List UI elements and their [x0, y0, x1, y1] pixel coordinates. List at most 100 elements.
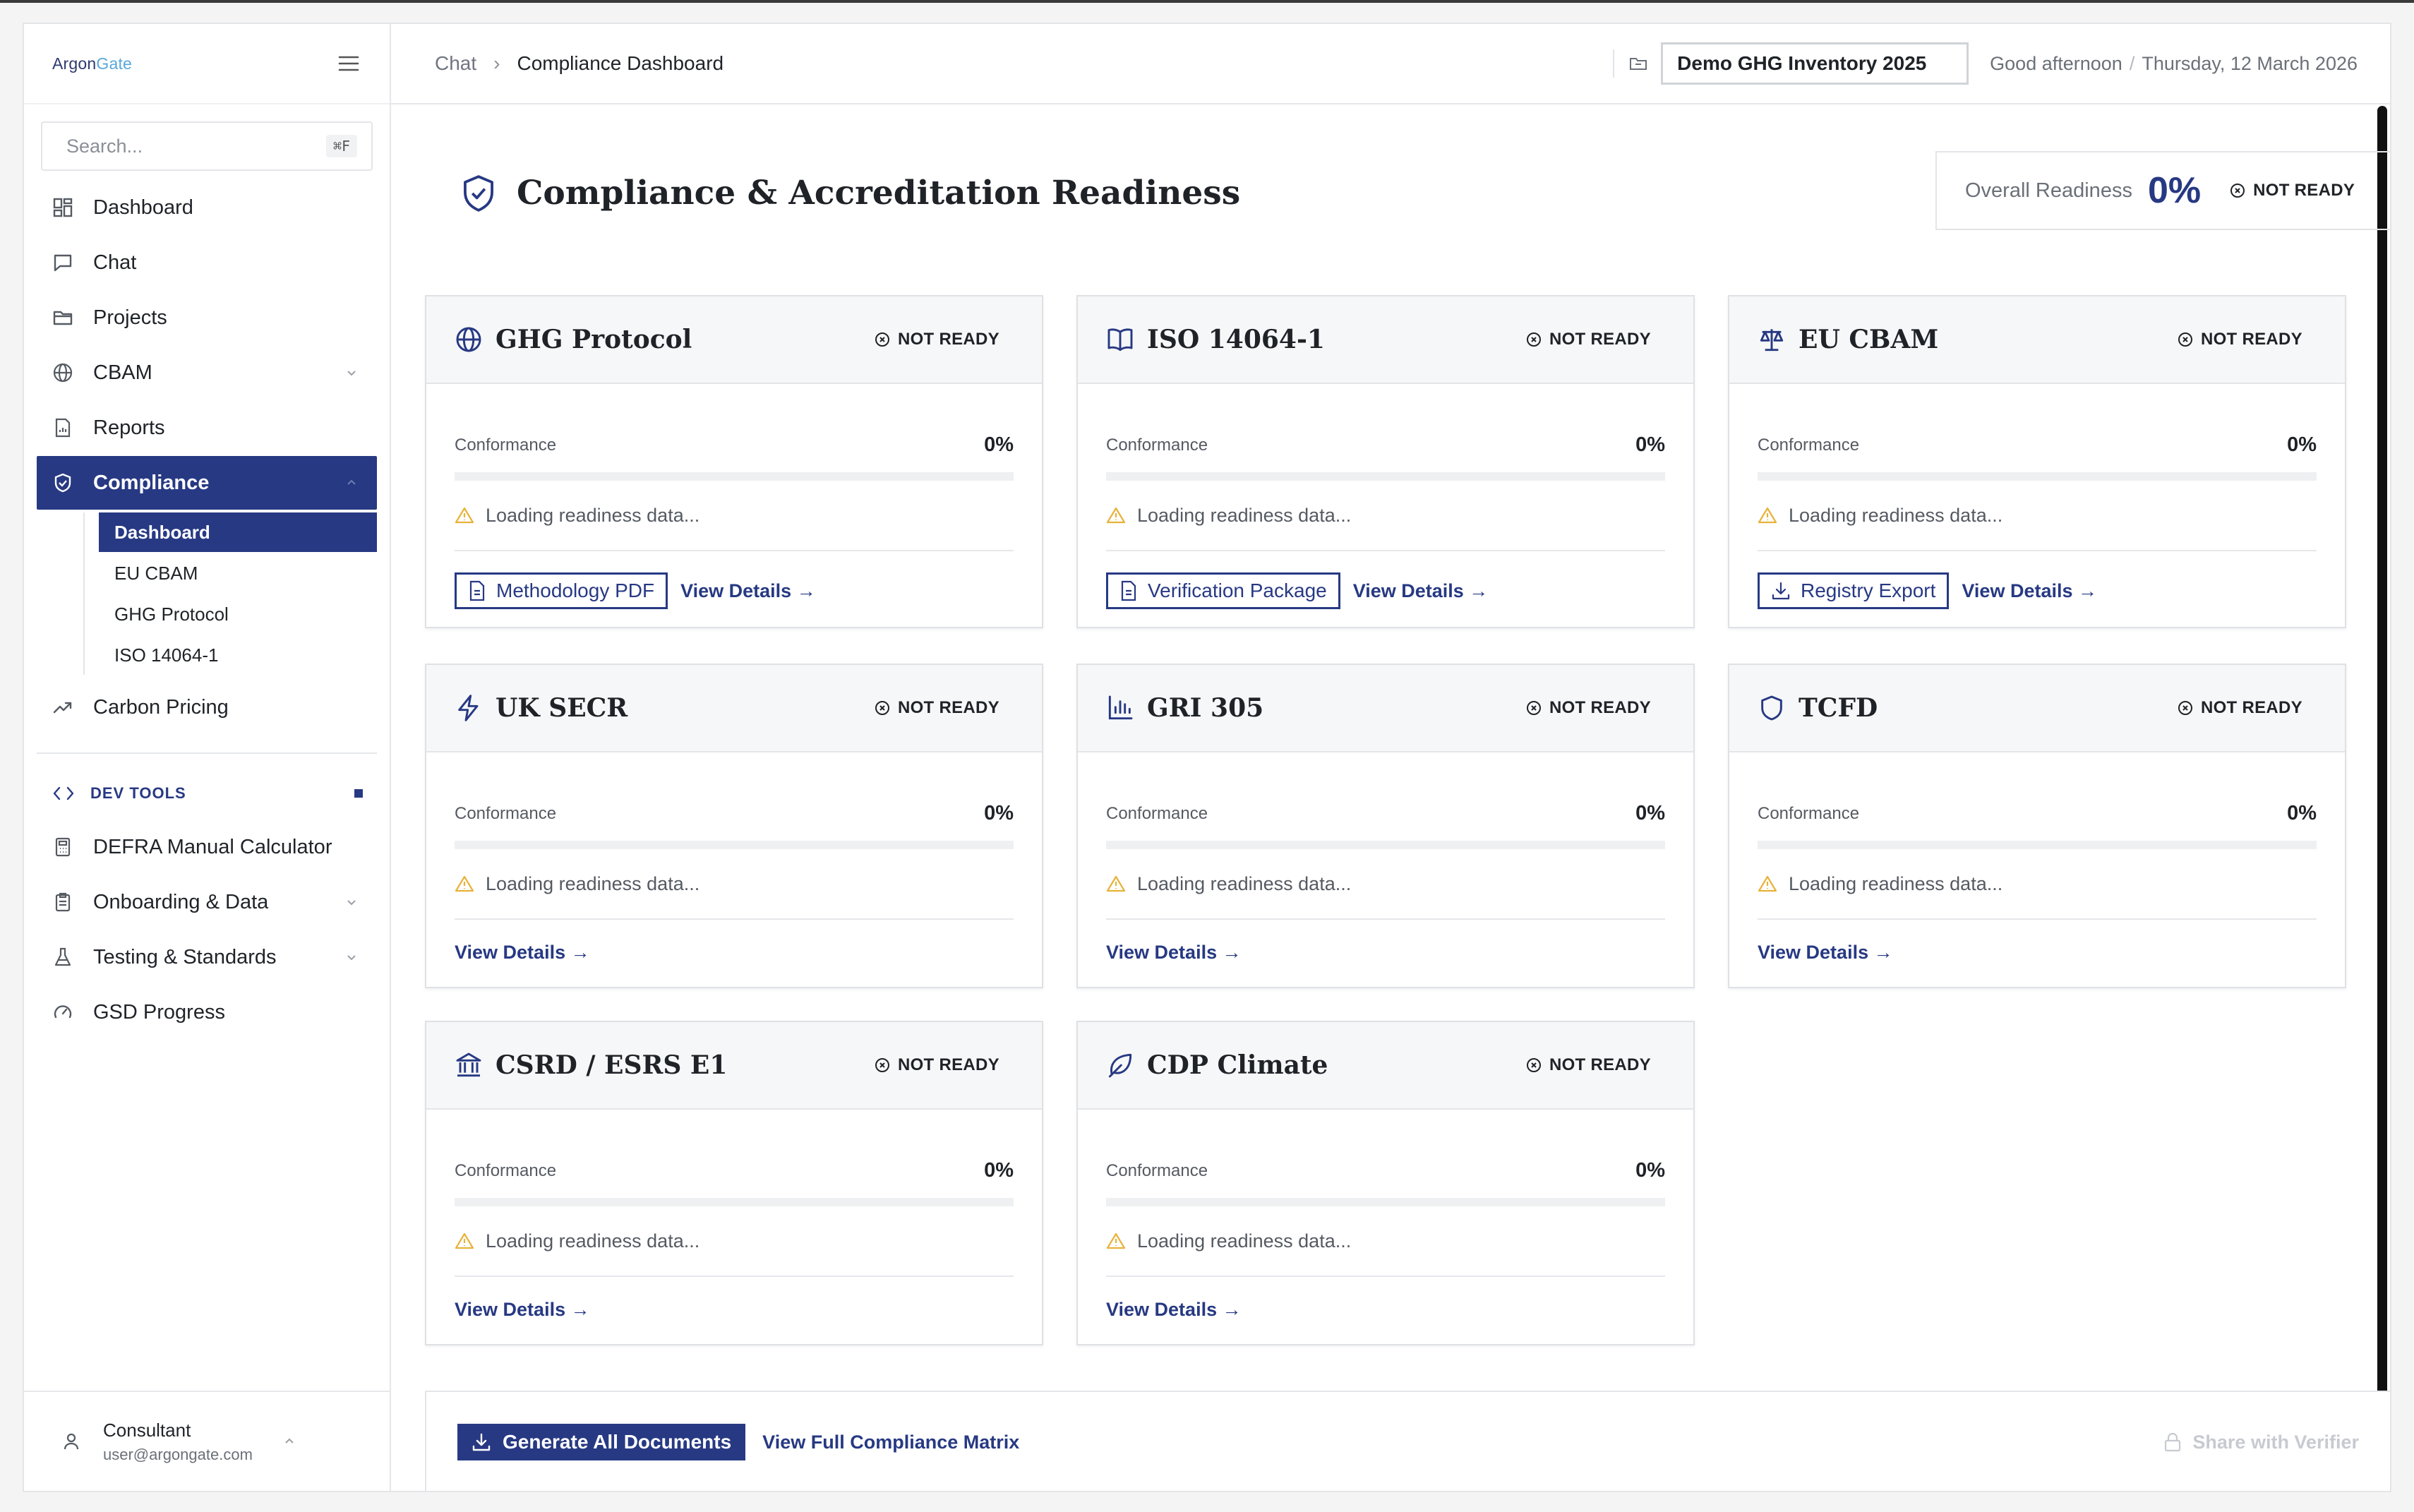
conformance-label: Conformance	[1106, 1160, 1208, 1180]
conformance-label: Conformance	[1758, 435, 1860, 455]
user-menu[interactable]: Consultant user@argongate.com	[24, 1391, 390, 1491]
verification-package-button[interactable]: Verification Package	[1106, 572, 1340, 609]
user-icon	[64, 1433, 79, 1450]
framework-card-tcfd: TCFD NOT READY Conformance 0% Loading re…	[1728, 664, 2346, 988]
loading-notice: Loading readiness data...	[1106, 849, 1665, 920]
logo-text-secondary: Gate	[96, 54, 133, 73]
sidebar-toggle-button[interactable]	[335, 49, 363, 78]
conformance-label: Conformance	[1758, 803, 1860, 823]
x-circle-icon	[1526, 1058, 1541, 1072]
registry-export-button[interactable]: Registry Export	[1758, 572, 1950, 609]
sidebar-item-gsd-progress[interactable]: GSD Progress	[37, 985, 377, 1039]
document-icon	[1121, 580, 1136, 601]
vertical-scrollbar[interactable]	[2377, 106, 2387, 1471]
conformance-value: 0%	[1635, 802, 1665, 824]
sidebar-item-projects[interactable]: Projects	[37, 291, 377, 344]
generate-all-documents-button[interactable]: Generate All Documents	[457, 1424, 746, 1460]
sidebar-item-label: Chat	[93, 251, 137, 274]
sidebar-item-onboarding[interactable]: Onboarding & Data	[37, 875, 377, 929]
card-header: TCFD NOT READY	[1729, 665, 2345, 752]
report-icon	[55, 418, 71, 438]
page-content: Compliance & Accreditation Readiness Ove…	[391, 106, 2390, 1491]
sidebar-item-reports[interactable]: Reports	[37, 401, 377, 455]
card-header: EU CBAM NOT READY	[1729, 296, 2345, 384]
view-details-link[interactable]: View Details →	[1106, 1299, 1242, 1321]
sidebar-item-label: Carbon Pricing	[93, 695, 229, 719]
card-header: UK SECR NOT READY	[426, 665, 1042, 752]
methodology-pdf-button[interactable]: Methodology PDF	[455, 572, 668, 609]
view-details-link[interactable]: View Details →	[455, 942, 590, 964]
sidebar-item-cbam[interactable]: CBAM	[37, 346, 377, 400]
warning-icon	[455, 875, 474, 892]
submenu-item-dashboard[interactable]: Dashboard	[99, 512, 377, 552]
status-badge: NOT READY	[874, 698, 999, 718]
project-folder-icon	[1628, 54, 1648, 73]
sidebar-item-label: Compliance	[93, 471, 210, 494]
card-header: GHG Protocol NOT READY	[426, 296, 1042, 384]
sidebar-item-testing[interactable]: Testing & Standards	[37, 930, 377, 984]
dev-tools-section-header[interactable]: DEV TOOLS	[24, 768, 390, 819]
page-title-text: Compliance & Accreditation Readiness	[517, 174, 1241, 212]
chevron-down-icon	[347, 371, 356, 376]
sidebar-item-label: GSD Progress	[93, 1000, 225, 1024]
x-circle-icon	[1526, 332, 1541, 347]
trending-up-icon	[53, 702, 72, 714]
chevron-down-icon	[347, 955, 356, 961]
view-details-link[interactable]: View Details →	[1758, 942, 1893, 964]
chevron-down-icon	[347, 900, 356, 906]
view-details-link[interactable]: View Details →	[680, 580, 816, 602]
view-compliance-matrix-link[interactable]: View Full Compliance Matrix	[762, 1432, 1019, 1453]
conformance-label: Conformance	[455, 1160, 557, 1180]
status-badge: NOT READY	[874, 330, 999, 349]
card-title: GHG Protocol	[496, 325, 692, 354]
calculator-icon	[55, 837, 71, 857]
card-header: CSRD / ESRS E1 NOT READY	[426, 1022, 1042, 1110]
conformance-value: 0%	[1635, 433, 1665, 456]
conformance-progress-bar	[1106, 841, 1665, 849]
submenu-item-eu-cbam[interactable]: EU CBAM	[99, 553, 377, 593]
sidebar-item-dashboard[interactable]: Dashboard	[37, 181, 377, 234]
conformance-value: 0%	[1635, 1159, 1665, 1182]
conformance-label: Conformance	[1106, 803, 1208, 823]
project-selector[interactable]: Demo GHG Inventory 2025	[1661, 42, 1969, 85]
code-icon	[53, 786, 74, 800]
sidebar-item-carbon-pricing[interactable]: Carbon Pricing	[37, 680, 377, 734]
loading-notice: Loading readiness data...	[1106, 481, 1665, 551]
globe-icon	[456, 327, 481, 352]
sidebar-item-defra-calculator[interactable]: DEFRA Manual Calculator	[37, 820, 377, 874]
brand-logo[interactable]: Argon Gate	[52, 54, 132, 73]
warning-icon	[455, 1232, 474, 1249]
view-details-link[interactable]: View Details →	[1962, 580, 2097, 602]
search-input[interactable]	[66, 135, 316, 157]
dev-tools-indicator	[354, 789, 363, 798]
conformance-progress-bar	[455, 472, 1014, 481]
breadcrumb-separator: ›	[493, 52, 500, 74]
flask-icon	[54, 947, 71, 966]
breadcrumb-chat[interactable]: Chat	[435, 52, 476, 75]
sidebar-item-chat[interactable]: Chat	[37, 236, 377, 289]
view-details-link[interactable]: View Details →	[1106, 942, 1242, 964]
compliance-submenu: Dashboard EU CBAM GHG Protocol ISO 14064…	[83, 512, 377, 675]
view-details-link[interactable]: View Details →	[1353, 580, 1489, 602]
submenu-item-iso-14064[interactable]: ISO 14064-1	[99, 635, 377, 675]
share-with-verifier-button[interactable]: Share with Verifier	[2163, 1432, 2359, 1453]
sidebar: ArgonGate ⌘F Dashboard Chat Projects	[24, 24, 391, 1491]
hamburger-icon	[338, 56, 359, 71]
framework-card-ghg-protocol: GHG Protocol NOT READY Conformance 0% Lo…	[425, 295, 1043, 628]
lock-icon	[2165, 1432, 2181, 1452]
conformance-progress-bar	[455, 1198, 1014, 1206]
submenu-item-ghg-protocol[interactable]: GHG Protocol	[99, 594, 377, 634]
folder-icon	[53, 311, 73, 325]
sidebar-item-label: Reports	[93, 416, 165, 439]
card-title: TCFD	[1799, 693, 1878, 723]
chat-icon	[54, 254, 72, 272]
view-details-link[interactable]: View Details →	[455, 1299, 590, 1321]
sidebar-item-compliance[interactable]: Compliance	[37, 456, 377, 510]
document-icon	[469, 580, 485, 601]
card-header: GRI 305 NOT READY	[1078, 665, 1693, 752]
current-date: Thursday, 12 March 2026	[2142, 52, 2358, 74]
breadcrumb-current: Compliance Dashboard	[517, 52, 724, 74]
framework-card-cdp-climate: CDP Climate NOT READY Conformance 0% Loa…	[1076, 1021, 1695, 1345]
search-box[interactable]: ⌘F	[41, 121, 373, 171]
warning-icon	[455, 507, 474, 524]
